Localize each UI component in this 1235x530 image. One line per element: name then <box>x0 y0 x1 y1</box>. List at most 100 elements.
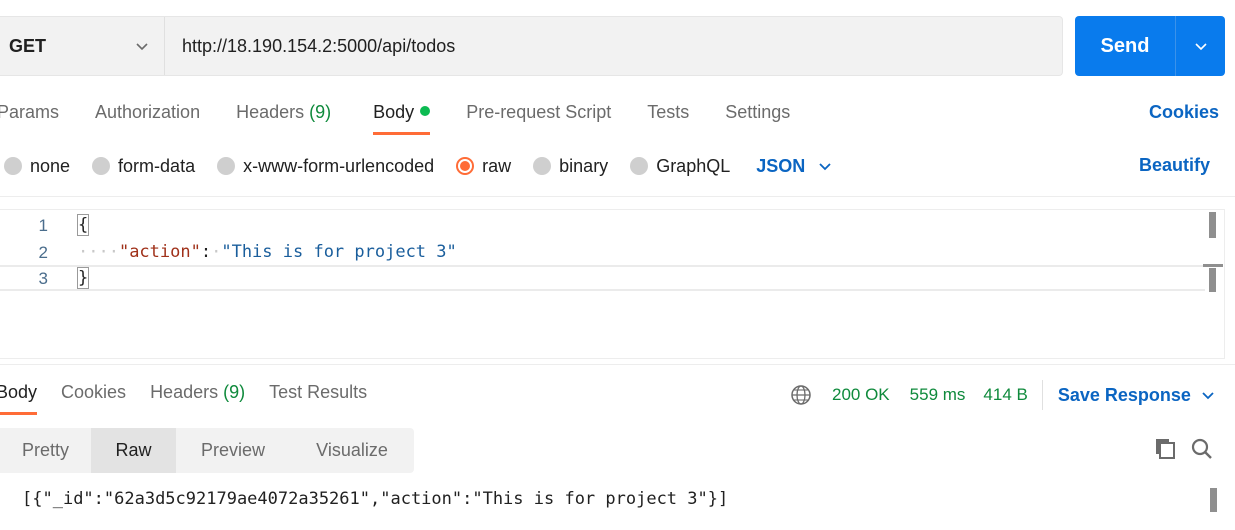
status-code[interactable]: 200 OK <box>832 385 890 405</box>
language-label: JSON <box>756 155 806 176</box>
divider <box>1041 380 1043 410</box>
response-tabs: Body Cookies Headers (9) Test Results <box>0 378 391 415</box>
save-response-button[interactable]: Save Response <box>1058 385 1216 406</box>
tab-label: Headers <box>150 382 219 402</box>
editor-line: 1 { <box>0 212 1205 238</box>
url-input[interactable]: http://18.190.154.2:5000/api/todos <box>165 17 1062 75</box>
save-response-label: Save Response <box>1057 384 1191 405</box>
chevron-down-icon <box>1202 392 1214 400</box>
radio-icon <box>533 157 552 175</box>
radio-icon <box>217 157 236 175</box>
scroll-position-marker <box>1203 264 1223 267</box>
tab-label: Body <box>373 102 415 122</box>
tab-pre-request-script[interactable]: Pre-request Script <box>466 98 611 136</box>
response-tab-headers[interactable]: Headers (9) <box>150 378 245 403</box>
radio-label: raw <box>482 155 512 176</box>
code-brace: { <box>76 214 90 236</box>
response-tab-test-results[interactable]: Test Results <box>269 378 367 403</box>
send-button-group: Send <box>1075 16 1225 76</box>
chevron-down-icon <box>1194 43 1207 51</box>
response-tab-body[interactable]: Body <box>0 378 38 415</box>
indent-whitespace: ···· <box>78 242 119 262</box>
headers-count: (9) <box>223 382 246 402</box>
tab-tests[interactable]: Tests <box>647 98 689 136</box>
view-visualize[interactable]: Visualize <box>290 428 414 473</box>
request-tabs: Params Authorization Headers (9) Body Pr… <box>0 98 790 136</box>
radio-icon <box>630 157 649 175</box>
cookies-link[interactable]: Cookies <box>1149 102 1219 123</box>
tab-body[interactable]: Body <box>373 98 431 136</box>
json-key: "action" <box>118 242 201 262</box>
headers-count: (9) <box>309 102 332 122</box>
response-json: {"_id":"62a3d5c92179ae4072a35261","actio… <box>32 489 718 509</box>
tab-label: Test Results <box>269 382 368 402</box>
tab-authorization[interactable]: Authorization <box>95 98 200 136</box>
send-button[interactable]: Send <box>1075 16 1176 76</box>
send-options-button[interactable] <box>1176 16 1225 76</box>
tab-label: Body <box>0 382 38 402</box>
response-size[interactable]: 414 B <box>983 385 1027 405</box>
editor-line: 2 ····"action":·"This is for project 3" <box>0 239 1205 265</box>
copy-icon[interactable] <box>1153 436 1177 460</box>
method-select[interactable]: GET <box>0 17 165 75</box>
body-indicator-dot <box>420 106 431 116</box>
radio-label: binary <box>559 155 609 176</box>
request-bar: GET http://18.190.154.2:5000/api/todos <box>0 16 1063 76</box>
chevron-down-icon <box>819 163 831 171</box>
space-marker: · <box>211 242 222 262</box>
beautify-button[interactable]: Beautify <box>1139 155 1210 176</box>
radio-none[interactable]: none <box>4 156 70 177</box>
tab-params[interactable]: Params <box>0 98 59 136</box>
response-view-switcher: Pretty Raw Preview Visualize <box>0 428 414 473</box>
view-raw[interactable]: Raw <box>91 428 176 473</box>
editor-scrollbar-lower[interactable] <box>1209 268 1216 292</box>
line-code: ····"action":·"This is for project 3" <box>78 242 457 262</box>
chevron-down-icon <box>136 43 148 51</box>
tab-label: Pre-request Script <box>466 102 612 122</box>
search-icon[interactable] <box>1190 437 1214 461</box>
line-code: } <box>76 267 90 289</box>
line-number: 3 <box>38 269 48 288</box>
tab-label: Tests <box>647 102 690 122</box>
line-code: { <box>76 214 90 236</box>
tab-label: Cookies <box>61 382 127 402</box>
code-brace: } <box>76 267 90 289</box>
radio-raw[interactable]: raw <box>456 156 511 177</box>
radio-label: GraphQL <box>656 155 731 176</box>
radio-icon <box>4 157 22 175</box>
tab-headers[interactable]: Headers (9) <box>236 98 331 136</box>
tab-label: Params <box>0 102 60 122</box>
view-preview[interactable]: Preview <box>176 428 290 473</box>
response-status-bar: 200 OK 559 ms 414 B Save Response <box>790 380 1216 410</box>
radio-binary[interactable]: binary <box>533 156 608 177</box>
line-number: 1 <box>38 216 48 235</box>
response-tab-cookies[interactable]: Cookies <box>61 378 126 403</box>
response-body[interactable]: [{"_id":"62a3d5c92179ae4072a35261","acti… <box>22 489 728 509</box>
divider <box>0 364 1235 365</box>
json-value: "This is for project 3" <box>221 242 457 262</box>
editor-scrollbar[interactable] <box>1209 212 1216 238</box>
radio-icon <box>92 157 111 175</box>
request-body-editor[interactable]: 1 { 2 ····"action":·"This is for project… <box>0 209 1225 359</box>
response-scrollbar[interactable] <box>1210 488 1217 512</box>
radio-form-data[interactable]: form-data <box>92 156 195 177</box>
radio-selected-icon <box>456 157 475 175</box>
tab-label: Settings <box>725 102 791 122</box>
method-label: GET <box>9 35 47 56</box>
view-pretty[interactable]: Pretty <box>0 428 91 473</box>
body-type-selector: none form-data x-www-form-urlencoded raw… <box>0 152 833 180</box>
tab-label: Authorization <box>95 102 201 122</box>
radio-label: none <box>30 155 71 176</box>
language-select[interactable]: JSON <box>756 156 833 177</box>
globe-icon[interactable] <box>790 384 812 406</box>
tab-settings[interactable]: Settings <box>725 98 790 136</box>
line-number: 2 <box>38 243 48 262</box>
divider <box>0 196 1235 197</box>
radio-x-www-form-urlencoded[interactable]: x-www-form-urlencoded <box>217 156 434 177</box>
editor-line-current: 3 } <box>0 265 1205 291</box>
radio-label: form-data <box>118 155 196 176</box>
radio-graphql[interactable]: GraphQL <box>630 156 730 177</box>
radio-label: x-www-form-urlencoded <box>243 155 435 176</box>
response-time[interactable]: 559 ms <box>910 385 966 405</box>
tab-label: Headers <box>236 102 305 122</box>
